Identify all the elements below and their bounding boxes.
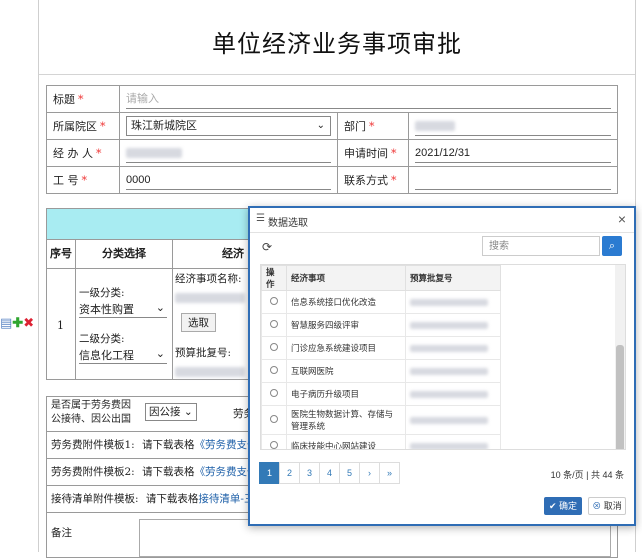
col-matter: 经济事项 xyxy=(286,265,406,291)
level2-select[interactable]: 信息化工程 ⌄ xyxy=(79,347,167,364)
scrollbar[interactable] xyxy=(615,265,625,449)
row-radio[interactable] xyxy=(270,389,278,397)
scrollbar-thumb[interactable] xyxy=(616,345,624,449)
table-row[interactable]: 临床技能中心网站建设 xyxy=(261,434,501,449)
table-row[interactable]: 门诊应急系统建设项目 xyxy=(261,336,501,360)
row-radio[interactable] xyxy=(270,415,278,423)
modal-header: ☰ 数据选取 × xyxy=(250,208,634,233)
page-3-button[interactable]: 3 xyxy=(299,462,320,484)
document-icon[interactable]: ▤ xyxy=(0,316,12,331)
remark-label: 备注 xyxy=(51,527,72,539)
title-input-cell[interactable]: 请输入 xyxy=(119,85,618,113)
chevron-down-icon: ⌄ xyxy=(155,347,165,360)
page-1-button[interactable]: 1 xyxy=(259,462,280,484)
table-row[interactable]: 智慧服务四级评审 xyxy=(261,313,501,337)
apply-time-input[interactable]: 2021/12/31 xyxy=(408,139,618,167)
labor-question: 是否属于劳务费因公接待、因公出国 xyxy=(51,400,131,425)
handler-input[interactable] xyxy=(119,139,338,167)
col-category: 分类选择 xyxy=(76,240,173,269)
next-page-button[interactable]: › xyxy=(359,462,380,484)
pagination: 1 2 3 4 5 › » xyxy=(259,462,400,484)
row-radio[interactable] xyxy=(270,441,278,449)
cancel-icon: ⊗ xyxy=(592,501,602,511)
row-action-icons: ▤✚✖ xyxy=(0,316,34,331)
delete-icon[interactable]: ✖ xyxy=(23,316,34,331)
title-input[interactable]: 请输入 xyxy=(126,90,611,109)
row-radio[interactable] xyxy=(270,366,278,374)
row-radio[interactable] xyxy=(270,297,278,305)
budget-no-label: 预算批复号: xyxy=(175,347,232,359)
table-row[interactable]: 互联网医院 xyxy=(261,359,501,383)
employee-no-label-cell: 工 号 * xyxy=(46,166,120,194)
employee-no-input[interactable]: 0000 xyxy=(119,166,338,194)
page-5-button[interactable]: 5 xyxy=(339,462,360,484)
level1-label: 一级分类: xyxy=(79,287,125,299)
department-input[interactable] xyxy=(408,112,618,140)
contact-label-cell: 联系方式 * xyxy=(337,166,409,194)
page-title: 单位经济业务事项审批 xyxy=(212,30,462,58)
page-info: 10 条/页 | 共 44 条 xyxy=(550,470,624,480)
title-label-cell: 标题 * xyxy=(46,85,120,113)
hospital-label-cell: 所属院区 * xyxy=(46,112,120,140)
handler-label-cell: 经 办 人 * xyxy=(46,139,120,167)
row-radio[interactable] xyxy=(270,320,278,328)
confirm-button[interactable]: ✔ 确定 xyxy=(544,497,582,515)
row-number: 1 xyxy=(57,319,64,332)
modal-title: 数据选取 xyxy=(268,218,308,229)
page-4-button[interactable]: 4 xyxy=(319,462,340,484)
chevron-down-icon: ⌄ xyxy=(316,120,325,131)
level1-select[interactable]: 资本性购置 ⌄ xyxy=(79,301,167,318)
refresh-icon[interactable]: ⟳ xyxy=(262,240,272,254)
search-icon: ⌕ xyxy=(608,240,616,252)
hospital-select[interactable]: 珠江新城院区 ⌄ xyxy=(126,116,331,136)
close-icon[interactable]: × xyxy=(618,211,626,227)
select-button[interactable]: 选取 xyxy=(181,313,216,332)
data-grid: 操作 经济事项 预算批复号 信息系统接口优化改造 智慧服务四级评审 门诊应急系统… xyxy=(260,264,626,450)
title-divider xyxy=(39,74,635,75)
last-page-button[interactable]: » xyxy=(379,462,400,484)
table-row[interactable]: 医院生物数据计算、存储与管理系统 xyxy=(261,405,501,435)
row-radio[interactable] xyxy=(270,343,278,351)
basic-info-table: 标题 * 请输入 所属院区 * 珠江新城院区 ⌄ 部门 * 经 办 人 * 申请时间 * 2… xyxy=(46,85,618,194)
data-select-modal: ☰ 数据选取 × ⟳ 搜索 ⌕ 操作 经济事项 预算批复号 信息系统接口优化改造… xyxy=(248,206,636,526)
contact-input[interactable] xyxy=(408,166,618,194)
cancel-button[interactable]: ⊗ 取消 xyxy=(588,497,626,515)
table-row[interactable]: 信息系统接口优化改造 xyxy=(261,290,501,314)
menu-icon: ☰ xyxy=(256,213,265,224)
col-budget: 预算批复号 xyxy=(405,265,501,291)
col-no: 序号 xyxy=(47,240,76,269)
page-2-button[interactable]: 2 xyxy=(279,462,300,484)
level2-label: 二级分类: xyxy=(79,333,125,345)
add-icon[interactable]: ✚ xyxy=(12,316,23,331)
search-input[interactable]: 搜索 xyxy=(482,236,600,256)
search-button[interactable]: ⌕ xyxy=(602,236,622,256)
check-icon: ✔ xyxy=(548,501,557,511)
chevron-down-icon: ⌄ xyxy=(155,301,165,314)
col-action: 操作 xyxy=(261,265,287,291)
apply-time-label-cell: 申请时间 * xyxy=(337,139,409,167)
labor-select[interactable]: 因公接 ⌄ xyxy=(145,403,197,421)
table-row[interactable]: 电子病历升级项目 xyxy=(261,382,501,406)
department-label-cell: 部门 * xyxy=(337,112,409,140)
matter-name-label: 经济事项名称: xyxy=(175,273,242,285)
